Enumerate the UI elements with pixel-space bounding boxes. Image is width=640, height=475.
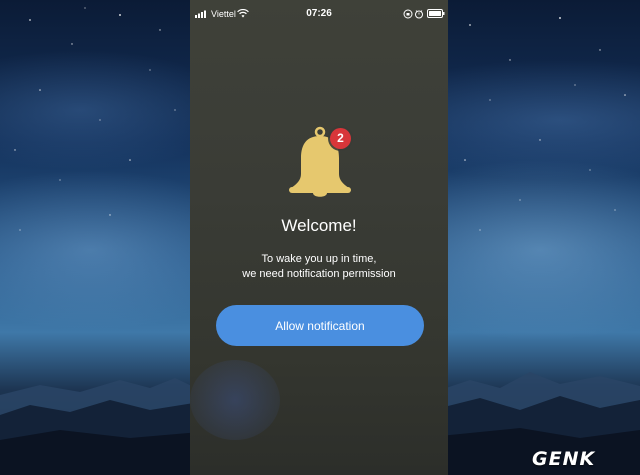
background-blur-spot	[190, 360, 280, 440]
welcome-title: Welcome!	[281, 216, 357, 235]
battery-icon	[427, 9, 445, 18]
allow-notification-button[interactable]: Allow notification	[216, 305, 424, 346]
rotation-lock-icon	[403, 9, 423, 19]
permission-message: To wake you up in time, we need notifica…	[190, 252, 448, 282]
watermark-logo: GENK	[532, 448, 596, 470]
notification-badge: 2	[330, 128, 351, 149]
message-line: we need notification permission	[242, 268, 396, 280]
wallpaper-background: Viettel 07:26 2 Welcome! To wake you up …	[0, 0, 640, 475]
status-bar: Viettel 07:26	[190, 6, 448, 22]
message-line: To wake you up in time,	[261, 253, 377, 265]
